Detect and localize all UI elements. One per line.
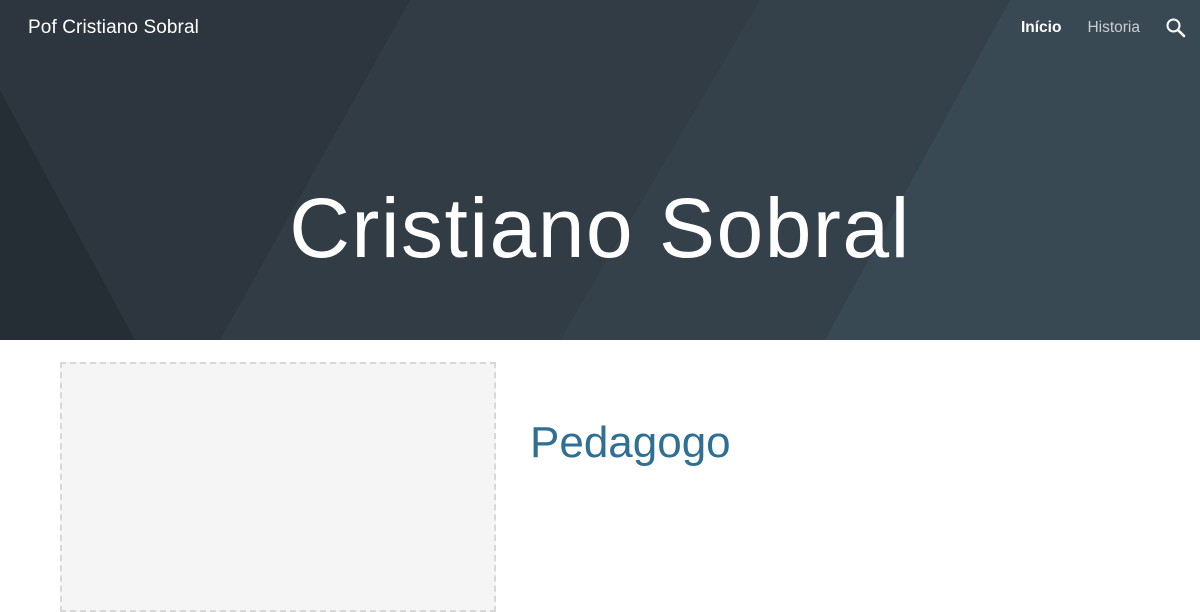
search-button[interactable] bbox=[1164, 16, 1188, 40]
nav-item-inicio[interactable]: Início bbox=[1021, 19, 1061, 37]
hero-banner: Pof Cristiano Sobral Início Historia Cri… bbox=[0, 0, 1200, 340]
hero-title: Cristiano Sobral bbox=[289, 181, 911, 276]
nav-item-historia[interactable]: Historia bbox=[1087, 19, 1140, 37]
page-subtitle: Pedagogo bbox=[530, 417, 731, 467]
image-placeholder bbox=[60, 362, 496, 612]
main-navigation: Início Historia bbox=[995, 19, 1140, 37]
top-navigation-bar: Pof Cristiano Sobral Início Historia bbox=[0, 0, 1200, 58]
site-title[interactable]: Pof Cristiano Sobral bbox=[28, 17, 199, 39]
search-icon bbox=[1166, 18, 1186, 38]
